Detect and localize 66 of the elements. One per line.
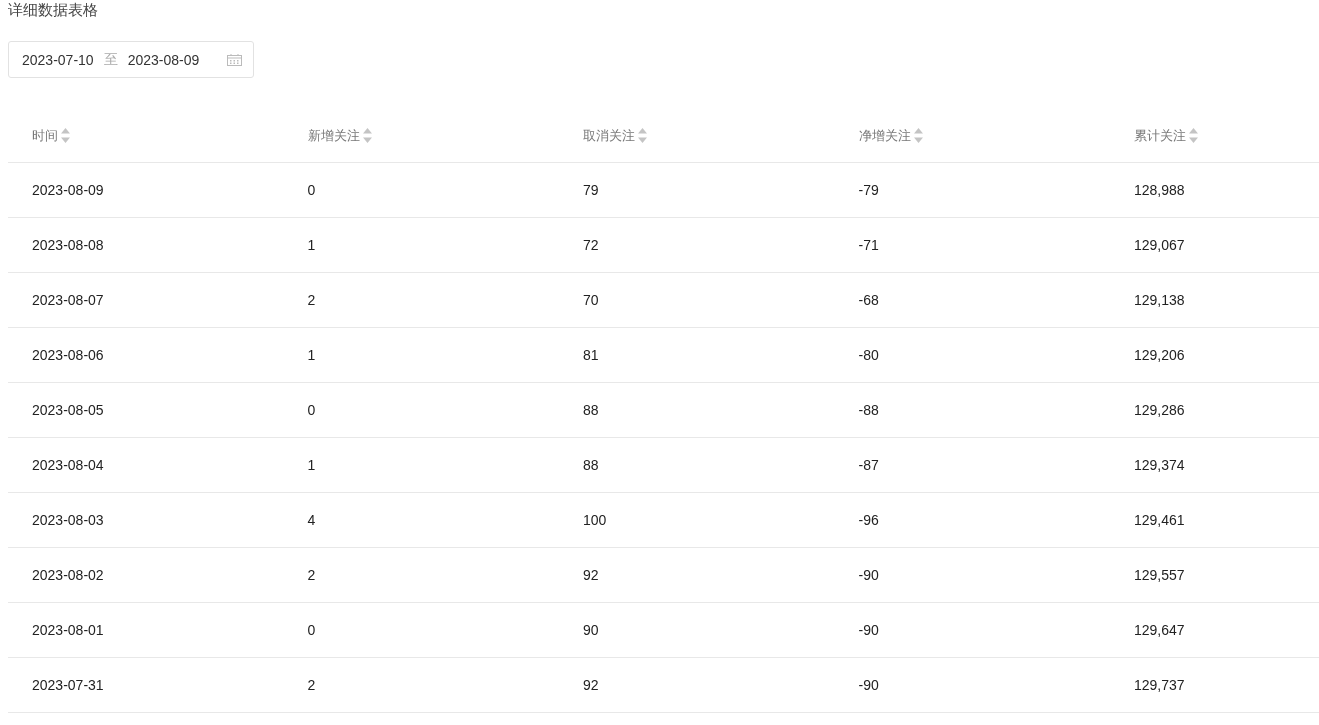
table-cell: -90 bbox=[858, 567, 879, 583]
table-cell: 129,138 bbox=[1134, 292, 1185, 308]
table-cell: 129,461 bbox=[1134, 512, 1185, 528]
table-cell: 81 bbox=[583, 347, 599, 363]
table-cell: -88 bbox=[858, 402, 879, 418]
table-cell: 79 bbox=[583, 182, 599, 198]
table-cell: 128,988 bbox=[1134, 182, 1185, 198]
table-cell: 70 bbox=[583, 292, 599, 308]
range-separator: 至 bbox=[103, 50, 118, 69]
table-cell: 129,557 bbox=[1134, 567, 1185, 583]
table-cell: 2023-08-02 bbox=[32, 567, 104, 583]
table-cell: 2023-08-03 bbox=[32, 512, 104, 528]
table-cell: 90 bbox=[583, 622, 599, 638]
table-cell: 1 bbox=[307, 347, 316, 363]
column-header[interactable]: 新增关注 bbox=[307, 126, 360, 145]
sort-icon[interactable] bbox=[913, 128, 923, 143]
table-cell: 2023-08-01 bbox=[32, 622, 104, 638]
table-cell: 2023-07-31 bbox=[32, 677, 104, 693]
table-cell: 4 bbox=[307, 512, 316, 528]
table-cell: 129,206 bbox=[1134, 347, 1185, 363]
table-cell: 2023-08-05 bbox=[32, 402, 104, 418]
table-cell: 2023-08-09 bbox=[32, 182, 104, 198]
table-cell: 100 bbox=[583, 512, 607, 528]
end-date: 2023-08-09 bbox=[127, 51, 200, 68]
column-header[interactable]: 累计关注 bbox=[1134, 126, 1186, 145]
table-cell: -87 bbox=[858, 457, 879, 473]
section-title: 详细数据表格 bbox=[8, 0, 99, 20]
table-cell: 129,374 bbox=[1134, 457, 1185, 473]
table-cell: -90 bbox=[858, 622, 879, 638]
date-range-picker[interactable]: 2023-07-10 至 2023-08-09 bbox=[8, 41, 254, 78]
sort-icon[interactable] bbox=[1189, 128, 1198, 143]
table-cell: 2 bbox=[307, 677, 316, 693]
sort-icon[interactable] bbox=[61, 128, 70, 143]
table-cell: 72 bbox=[583, 237, 599, 253]
table-cell: -80 bbox=[858, 347, 879, 363]
start-date: 2023-07-10 bbox=[22, 51, 94, 68]
table-cell: 2023-08-08 bbox=[32, 237, 104, 253]
table-cell: 129,286 bbox=[1134, 402, 1185, 418]
sort-icon[interactable] bbox=[638, 128, 647, 143]
table-cell: 0 bbox=[307, 182, 316, 198]
table-cell: 129,067 bbox=[1134, 237, 1185, 253]
table-cell: 2 bbox=[307, 567, 316, 583]
table-cell: 2023-08-07 bbox=[32, 292, 104, 308]
table-cell: 129,647 bbox=[1134, 622, 1185, 638]
table-cell: -68 bbox=[858, 292, 879, 308]
table-cell: 88 bbox=[583, 457, 599, 473]
table-cell: 0 bbox=[307, 622, 316, 638]
table-cell: 1 bbox=[307, 237, 316, 253]
table-cell: 88 bbox=[583, 402, 599, 418]
table-cell: 0 bbox=[307, 402, 316, 418]
table-cell: 2023-08-06 bbox=[32, 347, 104, 363]
table-cell: -71 bbox=[858, 237, 879, 253]
table-cell: -90 bbox=[858, 677, 879, 693]
table-cell: 92 bbox=[583, 677, 599, 693]
table-cell: -96 bbox=[858, 512, 879, 528]
calendar-icon bbox=[227, 53, 242, 66]
column-header[interactable]: 净增关注 bbox=[858, 126, 911, 145]
table-cell: -79 bbox=[858, 182, 879, 198]
column-header[interactable]: 时间 bbox=[32, 126, 58, 145]
sort-icon[interactable] bbox=[362, 128, 372, 143]
table-cell: 129,737 bbox=[1134, 677, 1185, 693]
table-cell: 2 bbox=[307, 292, 316, 308]
table-cell: 92 bbox=[583, 567, 599, 583]
table-cell: 2023-08-04 bbox=[32, 457, 104, 473]
table-cell: 1 bbox=[307, 457, 316, 473]
column-header[interactable]: 取消关注 bbox=[583, 126, 635, 145]
